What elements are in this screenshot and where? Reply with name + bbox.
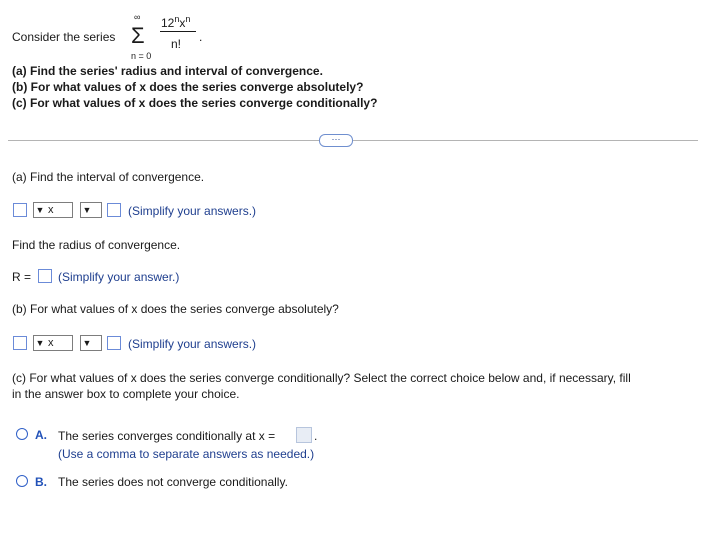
interval-b-lower-dropdown[interactable]: ▼ x [33,335,73,351]
problem-intro: Consider the series [12,30,116,44]
section-a-heading: (a) Find the interval of convergence. [12,170,205,184]
interval-a-lower-dropdown[interactable]: ▼ x [33,202,73,218]
sum-lower-limit: n = 0 [131,51,152,61]
dropdown-arrow-icon: ▼ [35,337,45,348]
summation-icon: Σ [131,23,145,48]
problem-part-a: (a) Find the series' radius and interval… [12,64,323,78]
option-a-period: . [314,429,318,443]
option-b-letter: B. [35,475,47,489]
interval-b-lower-input[interactable] [13,336,27,350]
interval-a-variable: x [48,204,54,216]
section-c-heading-line1: (c) For what values of x does the series… [12,371,631,385]
interval-b-upper-dropdown[interactable]: ▼ [80,335,102,351]
interval-b-hint: (Simplify your answers.) [128,337,257,351]
sum-upper-limit: ∞ [134,12,141,22]
problem-part-c: (c) For what values of x does the series… [12,96,378,110]
radius-input[interactable] [38,269,52,283]
option-a-letter: A. [35,428,47,442]
interval-a-lower-input[interactable] [13,203,27,217]
problem-part-b: (b) For what values of x does the series… [12,80,364,94]
option-a-answer-input[interactable] [296,427,312,443]
interval-a-hint: (Simplify your answers.) [128,204,257,218]
interval-b-variable: x [48,337,54,349]
dropdown-arrow-icon: ▼ [82,337,92,348]
dropdown-arrow-icon: ▼ [35,204,45,215]
fraction-denominator: n! [171,37,182,51]
more-button[interactable]: ··· [319,134,353,147]
radius-prompt: Find the radius of convergence. [12,238,181,252]
radius-label: R = [12,270,32,284]
option-b-text: The series does not converge conditional… [58,475,288,489]
interval-a-upper-input[interactable] [107,203,121,217]
option-b-radio[interactable] [16,475,28,487]
section-b-heading: (b) For what values of x does the series… [12,302,339,316]
interval-a-upper-dropdown[interactable]: ▼ [80,202,102,218]
option-a-radio[interactable] [16,428,28,440]
option-a-text: The series converges conditionally at x … [58,429,276,443]
section-c-heading-line2: in the answer box to complete your choic… [12,387,240,401]
fraction-bar [160,31,196,32]
option-a-hint: (Use a comma to separate answers as need… [58,447,315,461]
dropdown-arrow-icon: ▼ [82,204,92,215]
section-divider [8,140,698,141]
radius-hint: (Simplify your answer.) [58,270,180,284]
fraction-numerator: 12nxn [161,14,190,30]
interval-b-upper-input[interactable] [107,336,121,350]
numerator-base: 12 [161,16,175,30]
numerator-exponent-2: n [185,14,191,24]
statement-period: . [199,30,203,44]
